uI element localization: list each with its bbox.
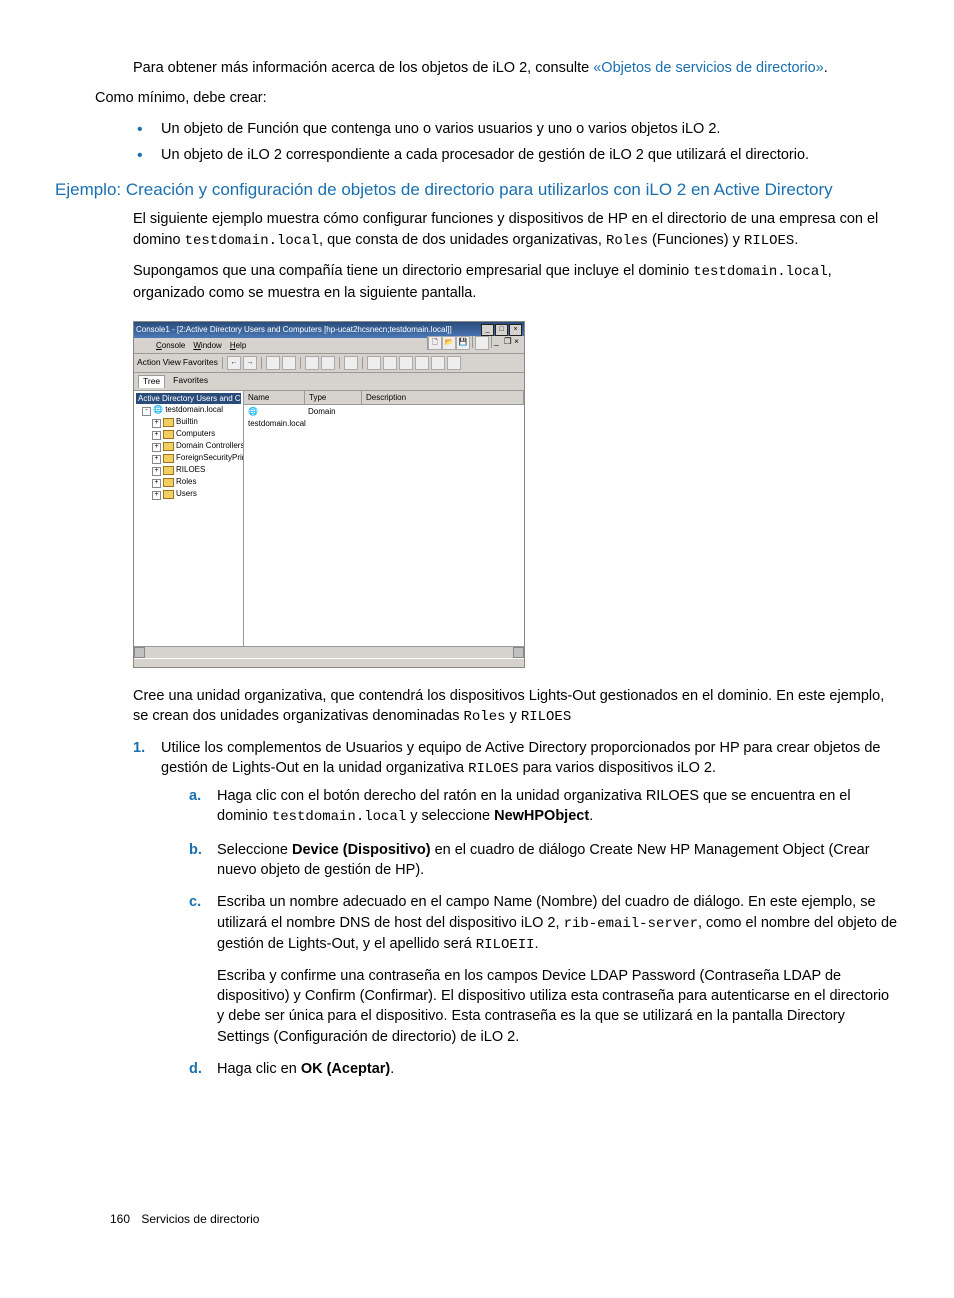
domain-node[interactable]: -🌐 testdomain.local [142,404,241,416]
substep-marker: b. [189,840,202,860]
toolbar-icon[interactable] [266,356,280,370]
paragraph: Supongamos que una compañía tiene un dir… [133,261,899,303]
restore-icon[interactable]: ❐ [504,336,514,346]
tree-item[interactable]: +Users [152,488,241,500]
substep-marker: d. [189,1059,202,1079]
screenshot-figure: Console1 - [2:Active Directory Users and… [133,321,899,668]
toolbar-icon[interactable] [415,356,429,370]
folder-icon [163,478,174,487]
column-headers: Name Type Description [244,391,524,405]
tab-tree[interactable]: Tree [138,375,165,388]
list-pane: Name Type Description 🌐testdomain.local … [244,391,524,646]
forward-icon[interactable]: → [243,356,257,370]
substep-a: a. Haga clic con el botón derecho del ra… [189,786,899,828]
folder-icon [163,466,174,475]
tree-item[interactable]: +RILOES [152,464,241,476]
tree-item[interactable]: +ForeignSecurityPrincipals [152,452,241,464]
close-icon[interactable]: × [514,336,524,346]
page-number: 160 [110,1212,130,1226]
link-objetos[interactable]: «Objetos de servicios de directorio» [593,60,824,76]
ordered-list: 1. Utilice los complementos de Usuarios … [133,738,899,1079]
new-icon[interactable]: 🗋 [428,336,442,350]
substep-marker: c. [189,892,201,912]
substep-marker: a. [189,786,201,806]
tab-favorites[interactable]: Favorites [173,375,208,388]
minimize-icon[interactable]: _ [494,336,504,346]
menu-console[interactable]: Console [156,340,185,351]
section-name: Servicios de directorio [141,1212,259,1226]
maximize-icon[interactable]: □ [495,324,508,336]
step-1: 1. Utilice los complementos de Usuarios … [133,738,899,1079]
minimize-icon[interactable]: _ [481,324,494,336]
menu-window[interactable]: Window [193,340,221,351]
page-footer: 160 Servicios de directorio [110,1211,259,1228]
section-heading: Ejemplo: Creación y configuración de obj… [55,179,899,201]
paragraph: Cree una unidad organizativa, que conten… [133,686,899,728]
toolbar-icon[interactable] [305,356,319,370]
substep-d: d. Haga clic en OK (Aceptar). [189,1059,899,1079]
folder-icon [163,430,174,439]
status-bar [134,658,524,667]
bullet-item: Un objeto de Función que contenga uno o … [133,119,899,139]
folder-icon [163,418,174,427]
folder-icon [163,454,174,463]
col-name[interactable]: Name [244,391,305,404]
toolbar-icon[interactable] [399,356,413,370]
tree-pane: Active Directory Users and Computers -🌐 … [134,391,244,646]
tree-item[interactable]: +Roles [152,476,241,488]
substep-c: c. Escriba un nombre adecuado en el camp… [189,892,899,1047]
folder-icon [163,442,174,451]
tree-item[interactable]: +Computers [152,428,241,440]
substep-b: b. Seleccione Device (Dispositivo) en el… [189,840,899,881]
intro-end: . [824,60,828,76]
paragraph: El siguiente ejemplo muestra cómo config… [133,209,899,251]
save-icon[interactable]: 💾 [456,336,470,350]
folder-icon [163,490,174,499]
mmc-window: Console1 - [2:Active Directory Users and… [133,321,525,668]
menu-view[interactable]: View [163,357,181,369]
action-bar: Action View Favorites ← → [137,356,461,370]
minimum-paragraph: Como mínimo, debe crear: [95,88,899,108]
window-title: Console1 - [2:Active Directory Users and… [136,324,452,335]
step-marker: 1. [133,738,145,758]
col-description[interactable]: Description [362,391,524,404]
close-icon[interactable]: × [509,324,522,336]
menu-favorites[interactable]: Favorites [183,357,218,369]
toolbar-icon[interactable] [447,356,461,370]
substep-c-paragraph-2: Escriba y confirme una contraseña en los… [217,966,899,1047]
bullet-item: Un objeto de iLO 2 correspondiente a cad… [133,145,899,165]
substeps: a. Haga clic con el botón derecho del ra… [189,786,899,1079]
toolbar-icon[interactable] [475,336,489,350]
tree-item[interactable]: +Domain Controllers [152,440,241,452]
toolbar-icon[interactable] [383,356,397,370]
toolbar-icon[interactable] [367,356,381,370]
toolbar-icon[interactable] [282,356,296,370]
toolbar-icon[interactable] [344,356,358,370]
horizontal-scrollbar[interactable] [134,646,524,658]
tree-tabs: Tree Favorites [134,373,524,391]
col-type[interactable]: Type [305,391,362,404]
intro-text: Para obtener más información acerca de l… [133,60,593,76]
back-icon[interactable]: ← [227,356,241,370]
tree-item[interactable]: +Builtin [152,416,241,428]
root-node[interactable]: Active Directory Users and Computers [136,393,241,404]
menu-help[interactable]: Help [230,340,246,351]
intro-paragraph: Para obtener más información acerca de l… [133,58,899,78]
open-icon[interactable]: 📂 [442,336,456,350]
menu-action[interactable]: Action [137,357,161,369]
toolbar-icon[interactable] [431,356,445,370]
toolbar-icon[interactable] [321,356,335,370]
list-row[interactable]: 🌐testdomain.local Domain [244,405,524,429]
bullet-list: Un objeto de Función que contenga uno o … [133,119,899,166]
